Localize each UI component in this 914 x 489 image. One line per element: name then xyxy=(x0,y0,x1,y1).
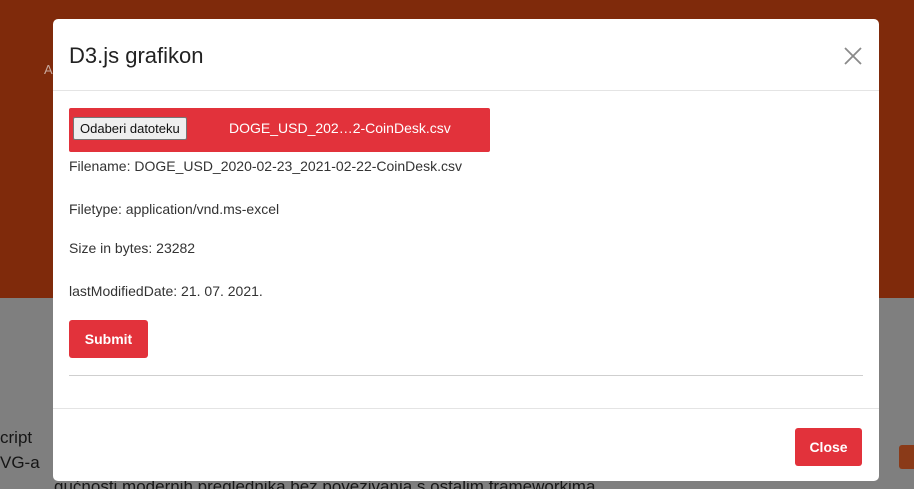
close-icon[interactable] xyxy=(842,45,864,67)
modal-title: D3.js grafikon xyxy=(69,43,204,68)
content-divider xyxy=(69,375,863,376)
choose-file-button[interactable]: Odaberi datoteku xyxy=(73,117,187,140)
file-type-info: Filetype: application/vnd.ms-excel xyxy=(69,201,280,217)
background-corner-element xyxy=(899,445,914,469)
file-name-info: Filename: DOGE_USD_2020-02-23_2021-02-22… xyxy=(69,158,462,174)
last-modified-info: lastModifiedDate: 21. 07. 2021. xyxy=(69,283,263,299)
close-icon-graphic xyxy=(844,47,862,65)
modal-footer-divider xyxy=(53,408,879,409)
close-button[interactable]: Close xyxy=(795,428,862,466)
submit-button[interactable]: Submit xyxy=(69,320,148,358)
background-text-line: cript xyxy=(0,428,33,447)
background-text-line: VG-a xyxy=(0,453,40,472)
file-size-info: Size in bytes: 23282 xyxy=(69,240,196,256)
background-partial-text: A xyxy=(44,62,53,77)
selected-file-name: DOGE_USD_202…2-CoinDesk.csv xyxy=(229,120,451,136)
chart-modal: D3.js grafikon Odaberi datoteku DOGE_USD… xyxy=(53,19,879,481)
modal-header: D3.js grafikon xyxy=(53,19,879,91)
